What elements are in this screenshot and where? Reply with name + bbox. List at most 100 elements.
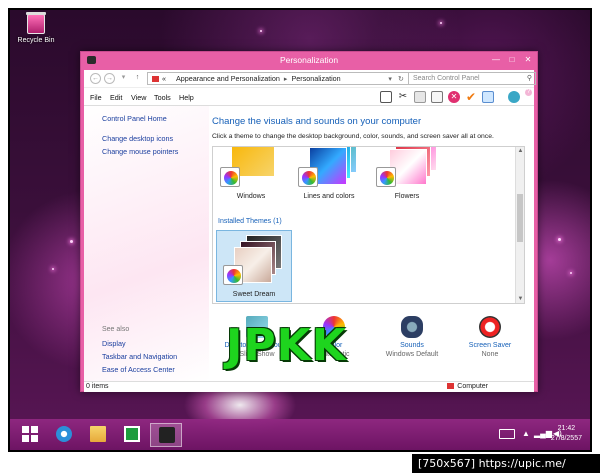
taskbar: ▲ ▂▄▆ ◀) 21:42 27/8/2557 <box>10 419 590 450</box>
theme-flowers[interactable]: Flowers <box>369 147 445 200</box>
control-panel-icon <box>152 76 159 82</box>
breadcrumb-item[interactable]: Personalization <box>292 74 341 83</box>
theme-list: Windows Lines and colors Flowers Install… <box>212 146 525 304</box>
theme-list-scrollbar[interactable]: ▲ ▼ <box>515 147 524 303</box>
back-button[interactable]: ← <box>90 73 101 84</box>
globe-icon[interactable] <box>508 91 520 103</box>
paste-icon[interactable] <box>431 91 443 103</box>
help-icon[interactable]: ? <box>525 89 532 96</box>
screen-saver-setting[interactable]: Screen Saver None <box>450 316 530 358</box>
menu-file[interactable]: File <box>90 93 102 102</box>
forward-button[interactable]: → <box>104 73 115 84</box>
search-placeholder: Search Control Panel <box>413 75 480 82</box>
change-mouse-pointers-link[interactable]: Change mouse pointers <box>102 147 178 156</box>
recycle-bin-label: Recycle Bin <box>17 37 55 44</box>
ease-of-access-link[interactable]: Ease of Access Center <box>102 365 175 374</box>
chevron-up-icon[interactable]: ▲ <box>522 429 530 438</box>
start-button[interactable] <box>14 423 46 447</box>
setting-name: Screen Saver <box>468 342 512 349</box>
palette-icon <box>223 265 243 285</box>
internet-explorer-icon <box>56 426 72 442</box>
no-screen-saver-icon <box>479 316 501 338</box>
theme-name: Sweet Dream <box>232 291 276 298</box>
breadcrumb-prefix: « <box>162 74 166 83</box>
taskbar-control-panel[interactable] <box>150 423 182 447</box>
scrollbar-thumb[interactable] <box>517 194 523 242</box>
menu-bar: File Edit View Tools Help ✂ ✕ ✔ ? <box>84 88 534 106</box>
setting-name: Sounds <box>400 342 424 349</box>
theme-name: Lines and colors <box>303 193 355 200</box>
left-pane: Control Panel Home Change desktop icons … <box>84 106 209 381</box>
breadcrumb-item[interactable]: Appearance and Personalization <box>176 74 280 83</box>
address-bar: ← → ▾ ↑ « Appearance and Personalization… <box>84 70 536 88</box>
network-icon[interactable]: ▂▄▆ <box>534 429 552 438</box>
theme-windows[interactable]: Windows <box>213 147 289 200</box>
status-bar: 0 items Computer <box>84 381 534 392</box>
speaker-icon <box>401 316 423 338</box>
image-caption: [750x567] https://upic.me/ <box>412 454 600 473</box>
store-icon <box>124 426 140 442</box>
palette-icon <box>220 167 240 187</box>
checkmark-icon[interactable]: ✔ <box>465 91 477 103</box>
menu-help[interactable]: Help <box>179 93 194 102</box>
setting-value: None <box>481 351 499 358</box>
taskbar-store[interactable] <box>116 423 148 447</box>
window-title: Personalization <box>279 55 339 65</box>
clock-time: 21:42 <box>557 425 576 432</box>
menu-edit[interactable]: Edit <box>110 93 122 102</box>
display-link[interactable]: Display <box>102 339 126 348</box>
properties-icon[interactable] <box>482 91 494 103</box>
theme-thumbnail <box>217 147 285 189</box>
scroll-down-icon[interactable]: ▼ <box>516 296 524 302</box>
watermark-text: JPKK <box>226 320 347 371</box>
maximize-button[interactable]: □ <box>505 54 519 65</box>
clock-date: 27/8/2557 <box>550 435 582 442</box>
setting-value: Windows Default <box>385 351 439 358</box>
desktop-sparkle <box>440 22 442 24</box>
menu-tools[interactable]: Tools <box>154 93 171 102</box>
item-count: 0 items <box>86 383 109 390</box>
scissors-icon[interactable]: ✂ <box>397 91 409 103</box>
desktop-sparkle <box>260 30 262 32</box>
minimize-button[interactable]: — <box>489 54 503 65</box>
breadcrumb[interactable]: « Appearance and Personalization ▸ Persona… <box>147 72 409 85</box>
theme-sweet-dream[interactable]: Sweet Dream <box>216 230 292 302</box>
folder-icon <box>90 426 106 442</box>
dropdown-icon[interactable]: ▾ <box>388 73 392 84</box>
computer-icon <box>447 383 455 389</box>
search-icon[interactable]: ⚲ <box>527 73 532 85</box>
refresh-icon[interactable]: ↻ <box>398 73 404 84</box>
theme-lines-and-colors[interactable]: Lines and colors <box>291 147 367 200</box>
taskbar-internet-explorer[interactable] <box>48 423 80 447</box>
chevron-right-icon: ▸ <box>283 74 288 83</box>
clock[interactable]: 21:42 27/8/2557 <box>551 424 582 444</box>
theme-thumbnail <box>295 147 363 189</box>
desktop-sparkle <box>70 240 73 243</box>
control-panel-home-link[interactable]: Control Panel Home <box>102 114 167 123</box>
up-button[interactable]: ↑ <box>132 73 143 84</box>
layout-icon[interactable] <box>380 91 392 103</box>
search-input[interactable]: Search Control Panel ⚲ <box>408 72 536 85</box>
title-bar[interactable]: Personalization — □ ✕ <box>81 52 537 69</box>
scroll-up-icon[interactable]: ▲ <box>516 148 524 154</box>
theme-thumbnail <box>220 235 288 287</box>
menu-view[interactable]: View <box>131 93 146 102</box>
page-description: Click a theme to change the desktop back… <box>212 133 494 140</box>
sounds-setting[interactable]: Sounds Windows Default <box>372 316 452 358</box>
keyboard-icon[interactable] <box>499 429 515 439</box>
desktop-sparkle <box>52 268 54 270</box>
copy-icon[interactable] <box>414 91 426 103</box>
palette-icon <box>298 167 318 187</box>
recent-pages-icon[interactable]: ▾ <box>118 73 129 84</box>
taskbar-navigation-link[interactable]: Taskbar and Navigation <box>102 352 177 361</box>
delete-icon[interactable]: ✕ <box>448 91 460 103</box>
installed-themes-label: Installed Themes (1) <box>218 218 282 225</box>
control-panel-icon <box>159 427 175 443</box>
status-location: Computer <box>447 382 488 392</box>
windows-logo-icon <box>22 426 38 442</box>
recycle-bin[interactable]: Recycle Bin <box>16 12 56 44</box>
taskbar-file-explorer[interactable] <box>82 423 114 447</box>
close-button[interactable]: ✕ <box>521 54 535 65</box>
palette-icon <box>376 167 396 187</box>
change-desktop-icons-link[interactable]: Change desktop icons <box>102 134 173 143</box>
